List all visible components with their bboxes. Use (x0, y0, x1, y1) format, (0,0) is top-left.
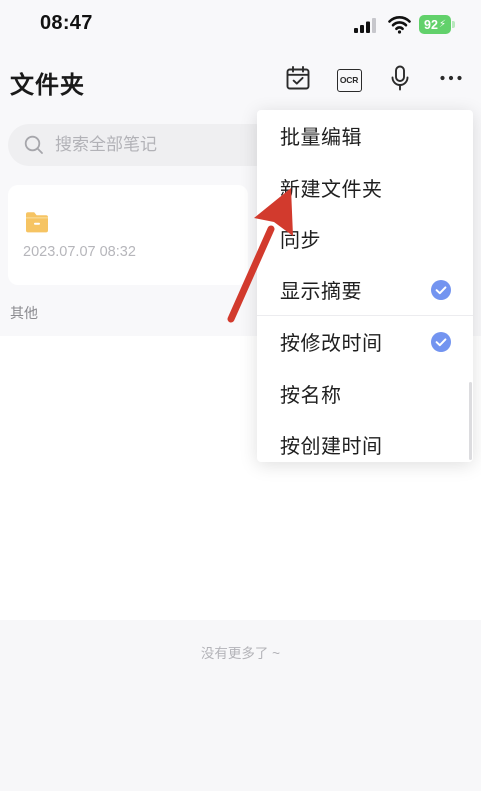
menu-item-label: 显示摘要 (280, 281, 362, 304)
calendar-check-icon (285, 65, 311, 96)
ocr-button[interactable]: OCR (334, 65, 364, 95)
menu-scrollbar[interactable] (469, 382, 472, 460)
menu-item-sort-name[interactable]: 按名称 (257, 368, 473, 420)
more-icon (436, 63, 466, 98)
menu-item-sort-created[interactable]: 按创建时间 (257, 419, 473, 462)
folder-icon (25, 211, 49, 233)
signal-icon (354, 17, 378, 33)
more-button[interactable] (436, 65, 466, 95)
ocr-icon: OCR (336, 68, 362, 92)
menu-item-label: 按修改时间 (280, 333, 383, 356)
calendar-check-button[interactable] (283, 65, 313, 95)
wifi-icon (388, 14, 411, 34)
search-icon (24, 135, 44, 155)
battery-level: 92 (424, 17, 438, 32)
menu-item-label: 同步 (280, 230, 321, 253)
ocr-label: OCR (339, 75, 359, 85)
menu-item-label: 按名称 (280, 384, 342, 407)
battery-icon: 92 ⚡ (419, 15, 451, 34)
end-of-list-text: 没有更多了 ~ (200, 646, 281, 661)
checkmark-icon (431, 280, 451, 301)
battery-nub (452, 21, 455, 28)
menu-item-new-folder[interactable]: 新建文件夹 (257, 162, 473, 214)
microphone-icon (385, 63, 415, 98)
dropdown-menu: 批量编辑 新建文件夹 同步 显示摘要 按修改时间 按名称 按创建时间 (257, 110, 473, 462)
folder-date: 2023.07.07 08:32 (23, 244, 136, 260)
status-time: 08:47 (40, 12, 93, 34)
charging-bolt-icon: ⚡ (438, 18, 446, 30)
page-title: 文件夹 (10, 72, 85, 99)
menu-item-show-summary[interactable]: 显示摘要 (257, 265, 473, 316)
menu-item-label: 按创建时间 (280, 436, 383, 459)
menu-item-sort-modified[interactable]: 按修改时间 (257, 316, 473, 368)
checkmark-icon (431, 331, 451, 352)
section-label: 其他 (10, 305, 38, 321)
search-input[interactable] (55, 131, 250, 159)
folder-card[interactable] (8, 185, 248, 285)
menu-item-sync[interactable]: 同步 (257, 213, 473, 265)
menu-item-batch-edit[interactable]: 批量编辑 (257, 110, 473, 162)
microphone-button[interactable] (385, 65, 415, 95)
menu-item-label: 批量编辑 (280, 127, 362, 150)
menu-item-label: 新建文件夹 (280, 178, 383, 201)
